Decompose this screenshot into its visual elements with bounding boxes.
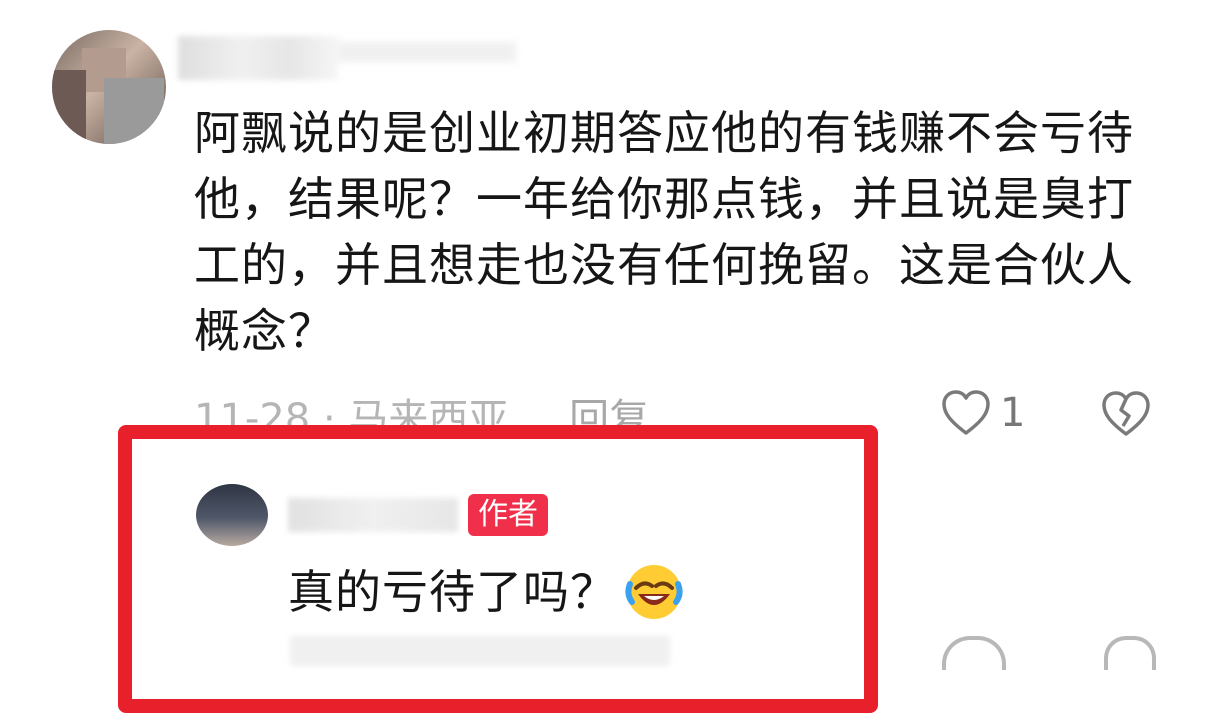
comment-line: 他，结果呢？一年给你那点钱，并且说是臭打: [194, 172, 1134, 226]
comment-line: 概念？: [194, 304, 335, 358]
avatar-blur-block: [104, 78, 164, 144]
author-avatar[interactable]: [196, 484, 268, 546]
like-button[interactable]: 1: [940, 388, 1025, 438]
like-count: 1: [1000, 390, 1026, 436]
commenter-avatar[interactable]: [52, 30, 166, 144]
broken-heart-icon[interactable]: [1100, 390, 1152, 438]
broken-heart-icon[interactable]: [1104, 636, 1156, 670]
comment-line: 阿飘说的是创业初期答应他的有钱赚不会亏待: [194, 106, 1134, 160]
comment-line: 工的，并且想走也没有任何挽留。这是合伙人: [194, 238, 1134, 292]
comment-body: 阿飘说的是创业初期答应他的有钱赚不会亏待 他，结果呢？一年给你那点钱，并且说是臭…: [194, 100, 1164, 364]
commenter-username-blurred[interactable]: [178, 36, 338, 80]
heart-outline-icon[interactable]: [942, 636, 1006, 670]
laughing-emoji-icon: [625, 565, 683, 619]
commenter-username-blurred-tail: [336, 42, 516, 62]
heart-outline-icon: [942, 390, 990, 435]
reply-body: 真的亏待了吗？: [288, 565, 617, 619]
avatar-blur-block: [52, 70, 86, 144]
author-badge: 作者: [468, 494, 548, 536]
reply-meta-cutoff: [290, 636, 670, 666]
author-username-blurred[interactable]: [288, 498, 458, 532]
